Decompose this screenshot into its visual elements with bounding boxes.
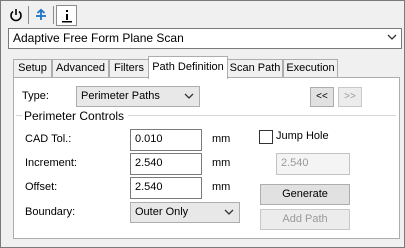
power-button[interactable] <box>6 5 26 25</box>
path-definition-pane: Type: Perimeter Paths << >> Perimeter Co… <box>13 77 400 239</box>
perimeter-controls-title: Perimeter Controls <box>24 109 125 123</box>
previous-button[interactable]: << <box>310 87 334 107</box>
toolbar-separator <box>53 6 54 24</box>
add-path-button[interactable]: Add Path <box>260 209 350 230</box>
tab-filters[interactable]: Filters <box>109 59 149 78</box>
cad-tol-value: 0.010 <box>135 133 163 145</box>
strategy-select-value: Adaptive Free Form Plane Scan <box>13 31 184 45</box>
increment-unit: mm <box>212 157 231 169</box>
cad-tol-input[interactable]: 0.010 <box>130 129 202 151</box>
type-label: Type: <box>22 90 49 102</box>
offset-value: 2.540 <box>135 181 163 193</box>
chevron-down-icon <box>184 93 194 99</box>
tab-setup[interactable]: Setup <box>13 59 52 78</box>
group-border <box>16 115 22 116</box>
tab-scan-path[interactable]: Scan Path <box>227 59 283 78</box>
tab-advanced[interactable]: Advanced <box>52 59 109 78</box>
power-icon <box>10 9 22 22</box>
strategy-panel: Adaptive Free Form Plane Scan Setup Adva… <box>0 0 405 248</box>
type-select[interactable]: Perimeter Paths <box>76 86 200 107</box>
offset-unit: mm <box>212 181 231 193</box>
cad-tol-unit: mm <box>212 133 231 145</box>
increment-value: 2.540 <box>135 157 163 169</box>
increment-input[interactable]: 2.540 <box>130 153 202 175</box>
group-border <box>128 115 396 116</box>
increment-label: Increment: <box>25 157 77 169</box>
pin-button[interactable] <box>31 5 51 25</box>
boundary-label: Boundary: <box>25 206 76 218</box>
info-button[interactable] <box>56 5 77 26</box>
boundary-select-value: Outer Only <box>135 206 189 218</box>
generate-button[interactable]: Generate <box>260 184 350 205</box>
tab-execution[interactable]: Execution <box>283 59 338 78</box>
offset-label: Offset: <box>25 181 58 193</box>
toolbar-separator <box>28 6 29 24</box>
toolbar <box>6 5 77 26</box>
jump-hole-checkbox[interactable] <box>259 130 273 144</box>
strategy-select[interactable]: Adaptive Free Form Plane Scan <box>8 28 402 49</box>
boundary-select[interactable]: Outer Only <box>130 202 240 223</box>
chevron-down-icon <box>224 209 234 215</box>
offset-input[interactable]: 2.540 <box>130 177 202 199</box>
chevron-down-icon <box>387 34 397 40</box>
jump-hole-input[interactable]: 2.540 <box>276 153 350 175</box>
type-select-value: Perimeter Paths <box>81 90 160 102</box>
tab-path-definition[interactable]: Path Definition <box>148 56 228 79</box>
jump-hole-label: Jump Hole <box>276 130 329 142</box>
pin-icon <box>36 8 46 20</box>
cad-tol-label: CAD Tol.: <box>25 133 72 145</box>
jump-hole-value: 2.540 <box>281 157 309 169</box>
info-icon <box>61 9 72 22</box>
next-button[interactable]: >> <box>338 87 362 107</box>
